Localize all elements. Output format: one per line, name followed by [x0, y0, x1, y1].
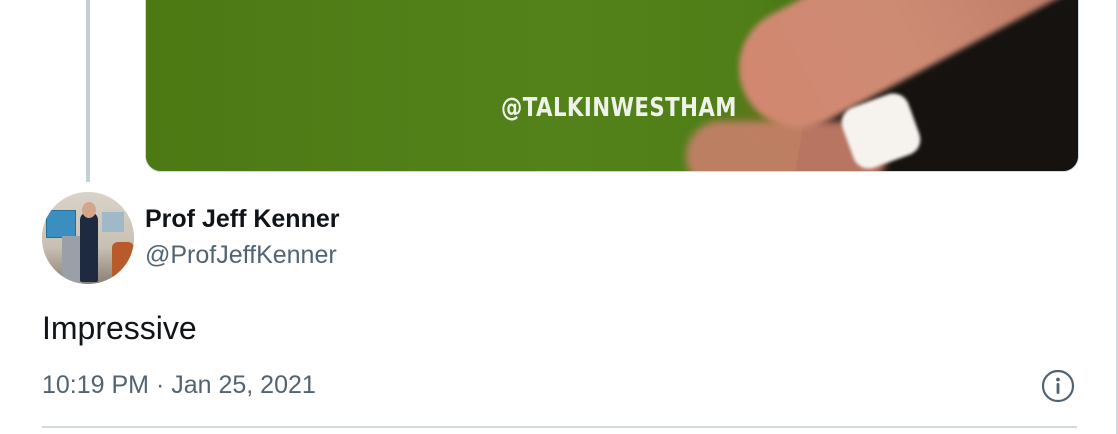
- thread-connector-line: [86, 0, 90, 182]
- tweet-timestamp[interactable]: 10:19 PM · Jan 25, 2021: [42, 371, 316, 400]
- tweet-text: Impressive: [42, 310, 197, 346]
- tweet-divider: [42, 426, 1077, 428]
- author-handle[interactable]: @ProfJeffKenner: [145, 241, 337, 270]
- quoted-video-media[interactable]: @TALKINWESTHAM: [145, 0, 1079, 172]
- video-watermark: @TALKINWESTHAM: [501, 93, 737, 123]
- info-icon[interactable]: [1041, 369, 1075, 403]
- avatar[interactable]: [42, 192, 134, 284]
- author-name[interactable]: Prof Jeff Kenner: [145, 205, 339, 234]
